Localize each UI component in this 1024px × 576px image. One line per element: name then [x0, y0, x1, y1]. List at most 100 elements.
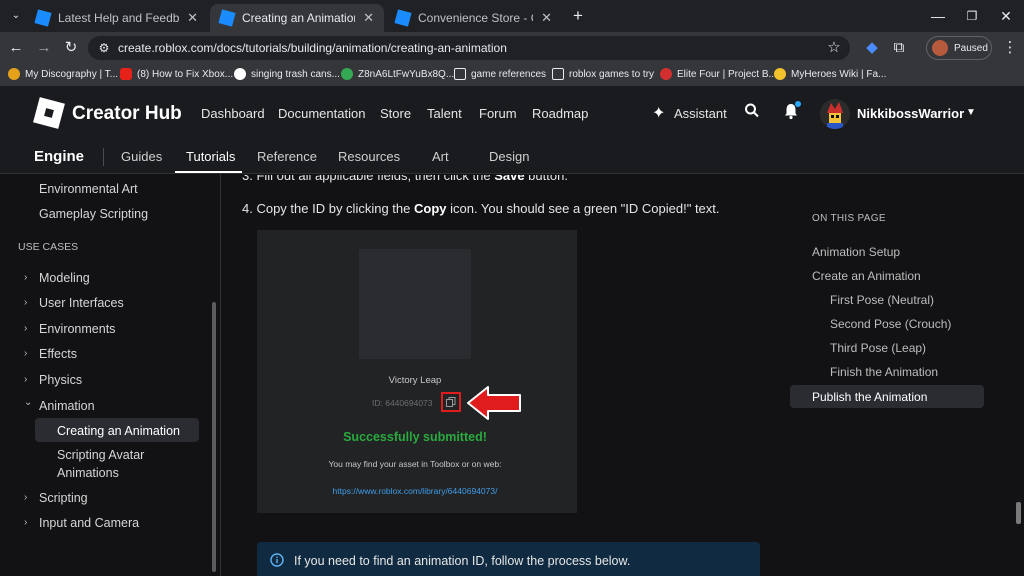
toc-item-third-pose[interactable]: Third Pose (Leap): [830, 341, 926, 355]
folder-icon: [552, 68, 564, 80]
toc-item-first-pose[interactable]: First Pose (Neutral): [830, 293, 934, 307]
forward-icon[interactable]: →: [34, 38, 54, 58]
avatar-image-icon: [827, 102, 843, 129]
pokeball-icon: [660, 68, 672, 80]
sidebar-item-scripting-avatar-animations[interactable]: Scripting Avatar: [57, 448, 144, 462]
wiki-icon: [774, 68, 786, 80]
sidebar-item-scripting[interactable]: Scripting: [39, 491, 88, 505]
copy-icon: [446, 397, 456, 407]
sidebar-item-input-and-camera[interactable]: Input and Camera: [39, 516, 139, 530]
page-scrollbar[interactable]: [1016, 502, 1021, 524]
chevron-right-icon[interactable]: ›: [24, 348, 27, 359]
asset-location-note: You may find your asset in Toolbox or on…: [328, 459, 502, 469]
sidebar-scrollbar[interactable]: [212, 302, 216, 572]
sparkle-icon: ✦: [652, 105, 666, 122]
sidebar-heading: USE CASES: [18, 241, 79, 253]
nav-talent[interactable]: Talent: [427, 106, 462, 121]
toc-item-second-pose[interactable]: Second Pose (Crouch): [830, 317, 951, 331]
asset-thumbnail: [359, 249, 471, 359]
brand-title[interactable]: Creator Hub: [72, 103, 182, 125]
bookmark-folder[interactable]: roblox games to try: [552, 68, 654, 80]
toc-item-publish-the-animation[interactable]: Publish the Animation: [812, 390, 927, 404]
new-tab-icon[interactable]: +: [568, 6, 588, 26]
reload-icon[interactable]: ↻: [61, 38, 81, 58]
active-tab-indicator: [175, 171, 242, 173]
chevron-right-icon[interactable]: ›: [24, 297, 27, 308]
bookmark-favicon-icon: [8, 68, 20, 80]
bookmark-item[interactable]: singing trash cans...: [234, 68, 340, 80]
chevron-down-icon[interactable]: ⌄: [24, 397, 32, 408]
youtube-icon: [120, 68, 132, 80]
close-tab-icon[interactable]: ✕: [363, 10, 374, 26]
sidebar-item-animation[interactable]: Animation: [39, 399, 95, 413]
chevron-down-icon[interactable]: ▼: [966, 107, 976, 118]
close-tab-icon[interactable]: ✕: [187, 10, 198, 26]
sidebar-item-user-interfaces[interactable]: User Interfaces: [39, 296, 124, 310]
back-icon[interactable]: ←: [6, 38, 26, 58]
sidebar-item-environmental-art[interactable]: Environmental Art: [39, 182, 138, 196]
google-icon: [234, 68, 246, 80]
bookmark-item[interactable]: MyHeroes Wiki | Fa...: [774, 68, 886, 80]
chevron-right-icon[interactable]: ›: [24, 272, 27, 283]
extension-icon[interactable]: ◆: [862, 38, 882, 58]
menu-kebab-icon[interactable]: ⋮: [1000, 38, 1020, 58]
tab-reference[interactable]: Reference: [257, 149, 317, 164]
bookmark-item[interactable]: Elite Four | Project B...: [660, 68, 777, 80]
sidebar-item-creating-an-animation[interactable]: Creating an Animation: [57, 424, 180, 438]
photos-icon: [341, 68, 353, 80]
bookmark-item[interactable]: Z8nA6LtFwYuBx8Q...: [341, 68, 454, 80]
browser-tab[interactable]: Convenience Store - Creator St ✕: [386, 4, 562, 32]
bookmark-item[interactable]: My Discography | T...: [8, 68, 118, 80]
roblox-favicon-icon: [394, 9, 412, 27]
browser-tab[interactable]: Latest Help and Feedback/Platf ✕: [26, 4, 208, 32]
nav-dashboard[interactable]: Dashboard: [201, 106, 265, 121]
nav-store[interactable]: Store: [380, 106, 411, 121]
success-message: Successfully submitted!: [343, 430, 487, 444]
sidebar-item-physics[interactable]: Physics: [39, 373, 82, 387]
nav-documentation[interactable]: Documentation: [278, 106, 365, 121]
toc-item-animation-setup[interactable]: Animation Setup: [812, 245, 900, 259]
bookmark-folder[interactable]: game references: [454, 68, 546, 80]
asset-name: Victory Leap: [388, 375, 442, 386]
minimize-icon[interactable]: —: [928, 6, 948, 26]
sidebar-item-gameplay-scripting[interactable]: Gameplay Scripting: [39, 207, 148, 221]
sidebar-item-effects[interactable]: Effects: [39, 347, 77, 361]
chevron-right-icon[interactable]: ›: [24, 492, 27, 503]
toc-item-create-an-animation[interactable]: Create an Animation: [812, 269, 921, 283]
nav-forum[interactable]: Forum: [479, 106, 517, 121]
bookmark-star-icon[interactable]: ☆: [824, 38, 844, 58]
search-icon[interactable]: [744, 102, 760, 120]
site-info-icon[interactable]: ⚙: [94, 38, 114, 58]
chevron-right-icon[interactable]: ›: [24, 323, 27, 334]
close-tab-icon[interactable]: ✕: [541, 10, 552, 26]
tab-art[interactable]: Art: [432, 149, 449, 164]
bookmark-item[interactable]: (8) How to Fix Xbox...: [120, 68, 233, 80]
sidebar-item-modeling[interactable]: Modeling: [39, 271, 90, 285]
asset-library-link: https://www.roblox.com/library/644069407…: [332, 486, 498, 496]
red-arrow-icon: [467, 386, 521, 420]
browser-tab-active[interactable]: Creating an Animation | Docum ✕: [210, 4, 384, 32]
roblox-favicon-icon: [218, 9, 236, 27]
restore-icon[interactable]: ❐: [962, 6, 982, 26]
close-window-icon[interactable]: ✕: [996, 6, 1016, 26]
engine-title[interactable]: Engine: [34, 148, 84, 165]
tab-resources[interactable]: Resources: [338, 149, 400, 164]
profile-button[interactable]: Paused: [926, 36, 992, 60]
chevron-right-icon[interactable]: ›: [24, 374, 27, 385]
chevron-right-icon[interactable]: ›: [24, 517, 27, 528]
notification-dot: [795, 101, 801, 107]
step-4-text: 4. Copy the ID by clicking the Copy icon…: [242, 201, 720, 216]
toc-item-finish-the-animation[interactable]: Finish the Animation: [830, 365, 938, 379]
username[interactable]: NikkibossWarrior: [857, 106, 964, 121]
sidebar-item-environments[interactable]: Environments: [39, 322, 115, 336]
user-avatar[interactable]: [820, 99, 850, 129]
sidebar-item-scripting-avatar-animations-line2[interactable]: Animations: [57, 466, 119, 480]
tab-guides[interactable]: Guides: [121, 149, 162, 164]
asset-id: ID: 6440694073: [372, 398, 433, 408]
nav-roadmap[interactable]: Roadmap: [532, 106, 588, 121]
extensions-puzzle-icon[interactable]: ⧉: [889, 38, 909, 58]
assistant-button[interactable]: Assistant: [674, 106, 727, 121]
tab-design[interactable]: Design: [489, 149, 529, 164]
tab-tutorials[interactable]: Tutorials: [186, 149, 235, 164]
tab-search-icon[interactable]: ⌄: [6, 6, 26, 26]
